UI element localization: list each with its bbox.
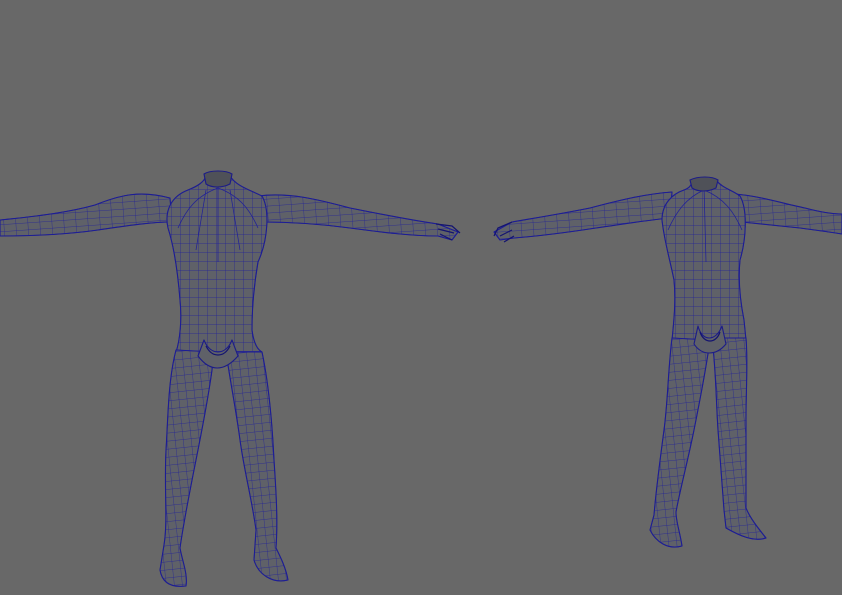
mesh-model-three-quarter[interactable] xyxy=(493,176,842,548)
neck-mesh-2 xyxy=(689,176,719,192)
viewport-canvas[interactable] xyxy=(0,0,842,595)
3d-viewport[interactable] xyxy=(0,0,842,595)
neck-mesh xyxy=(203,170,233,188)
mesh-model-front[interactable] xyxy=(0,170,461,587)
